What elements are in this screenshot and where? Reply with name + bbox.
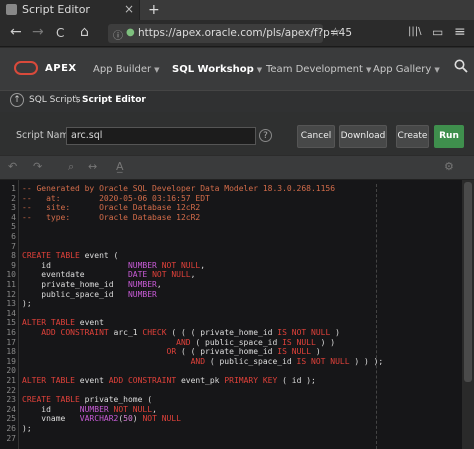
code-line: AND ( public_space_id IS NOT NULL ) ) ); <box>190 356 384 366</box>
line-number: 6 <box>11 232 16 241</box>
line-number: 18 <box>6 347 16 357</box>
settings-icon[interactable]: ⚙ <box>444 160 454 173</box>
line-number: 19 <box>6 356 16 366</box>
apex-logo-icon[interactable] <box>14 61 38 75</box>
code-line: AND ( public_space_id IS NULL ) ) <box>176 337 336 347</box>
script-name-input[interactable]: arc.sql <box>66 127 256 145</box>
download-button[interactable]: Download <box>339 125 387 148</box>
menu-team-development[interactable]: Team Development ▼ <box>266 64 371 75</box>
line-number: 9 <box>11 260 16 270</box>
replace-icon[interactable]: ↔ <box>88 160 97 173</box>
sidebar-icon[interactable]: ▭ <box>432 25 443 39</box>
text-format-icon[interactable]: A̲ <box>116 160 124 173</box>
lock-icon: ● <box>126 27 135 38</box>
menu-label: App Builder <box>93 64 152 75</box>
menu-label: SQL Workshop <box>172 64 254 75</box>
breadcrumb-separator: \ <box>75 94 79 105</box>
breadcrumb-current: Script Editor <box>82 95 146 105</box>
chevron-down-icon: ▼ <box>256 66 263 74</box>
breadcrumb-sql-scripts[interactable]: SQL Scripts <box>29 95 80 105</box>
code-line: OR ( ( private_home_id IS NULL ) <box>166 347 321 357</box>
code-line: -- site: Oracle Database 12cR2 <box>22 203 201 213</box>
line-number: 3 <box>11 203 16 213</box>
line-number: 1 <box>11 184 16 193</box>
new-tab-button[interactable]: + <box>148 0 162 20</box>
menu-app-gallery[interactable]: App Gallery ▼ <box>373 64 440 75</box>
line-number: 17 <box>6 337 16 347</box>
create-button[interactable]: Create <box>396 125 429 148</box>
menu-app-builder[interactable]: App Builder ▼ <box>93 64 159 75</box>
print-margin <box>376 184 377 449</box>
code-line: -- type: Oracle Database 12cR2 <box>22 212 201 222</box>
help-icon[interactable]: ? <box>259 129 272 142</box>
back-icon[interactable]: ← <box>10 24 22 40</box>
menu-label: Team Development <box>266 64 363 75</box>
redo-icon[interactable]: ↷ <box>33 160 42 173</box>
line-number: 26 <box>6 424 16 433</box>
menu-sql-workshop[interactable]: SQL Workshop ▼ <box>172 64 262 75</box>
info-icon[interactable]: ⓘ <box>113 27 123 42</box>
code-line: CREATE TABLE event ( <box>22 251 119 261</box>
line-number: 4 <box>11 212 16 222</box>
code-line: private_home_id NUMBER, <box>22 280 162 289</box>
code-line: vname VARCHAR2(50) NOT NULL <box>22 414 181 424</box>
code-line: ALTER TABLE event <box>22 318 104 328</box>
line-number: 23 <box>6 395 16 405</box>
code-line: eventdate DATE NOT NULL, <box>22 270 196 280</box>
line-number: 12 <box>6 289 16 299</box>
line-number: 10 <box>6 270 16 280</box>
line-number: 25 <box>6 414 16 424</box>
tab-title: Script Editor <box>22 3 90 16</box>
url-text: https://apex.oracle.com/pls/apex/f?p=45 <box>138 27 352 39</box>
apex-brand[interactable]: APEX <box>45 63 77 74</box>
up-arrow-icon[interactable]: ↑ <box>10 93 24 107</box>
hamburger-menu-icon[interactable]: ≡ <box>454 24 466 40</box>
code-line: ); <box>22 299 32 309</box>
reload-icon[interactable]: C <box>56 26 64 40</box>
chevron-down-icon: ▼ <box>434 66 440 74</box>
search-icon[interactable] <box>454 59 468 73</box>
line-number: 14 <box>6 308 16 318</box>
line-number: 16 <box>6 328 16 337</box>
line-number: 15 <box>6 318 16 328</box>
close-tab-icon[interactable]: × <box>124 2 134 16</box>
code-line: CREATE TABLE private_home ( <box>22 395 153 405</box>
menu-label: App Gallery <box>373 64 432 75</box>
home-icon[interactable]: ⌂ <box>80 24 89 40</box>
line-number: 22 <box>6 385 16 395</box>
code-line: ALTER TABLE event ADD CONSTRAINT event_p… <box>22 376 316 385</box>
code-line: -- Generated by Oracle SQL Developer Dat… <box>22 184 336 193</box>
line-number: 8 <box>11 251 16 261</box>
line-number: 21 <box>6 376 16 385</box>
find-icon[interactable]: ⌕ <box>68 160 74 174</box>
line-number: 24 <box>6 404 16 414</box>
code-line: id NUMBER NOT NULL, <box>22 260 206 270</box>
line-number: 5 <box>11 222 16 232</box>
library-icon[interactable]: |||\ <box>408 26 421 37</box>
code-line: ADD CONSTRAINT arc_1 CHECK ( ( ( private… <box>41 328 340 337</box>
line-number: 7 <box>11 241 16 251</box>
line-number: 11 <box>6 280 16 289</box>
code-line: ); <box>22 424 32 433</box>
browser-tab[interactable]: Script Editor × <box>0 0 140 20</box>
url-bar[interactable]: ⓘ ● https://apex.oracle.com/pls/apex/f?p… <box>108 24 352 43</box>
line-number: 13 <box>6 299 16 309</box>
line-number: 27 <box>6 433 16 443</box>
undo-icon[interactable]: ↶ <box>8 160 17 173</box>
cancel-button[interactable]: Cancel <box>297 125 335 148</box>
code-line: public_space_id NUMBER <box>22 289 157 299</box>
line-number: 20 <box>6 366 16 376</box>
chevron-down-icon: ▼ <box>154 66 160 74</box>
forward-icon[interactable]: → <box>32 24 44 40</box>
code-line: -- at: 2020-05-06 03:16:57 EDT <box>22 193 210 203</box>
code-line: id NUMBER NOT NULL, <box>22 404 157 414</box>
scrollbar-thumb[interactable] <box>464 182 472 382</box>
line-number: 2 <box>11 193 16 203</box>
chevron-down-icon: ▼ <box>365 66 372 74</box>
page-icon <box>6 4 17 15</box>
page-actions-icon[interactable]: ··· <box>306 25 317 39</box>
run-button[interactable]: Run <box>434 125 464 148</box>
